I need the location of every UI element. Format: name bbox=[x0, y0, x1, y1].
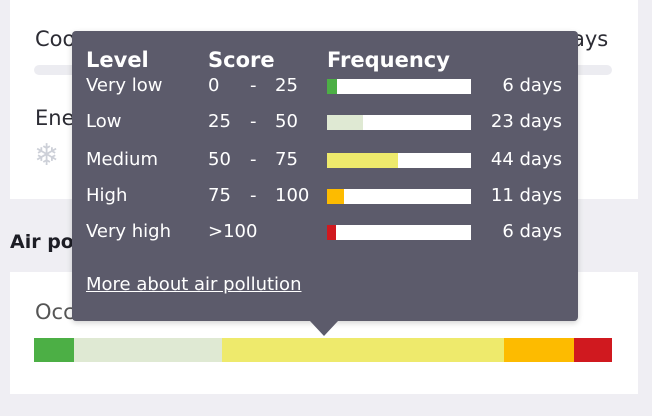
score-low: 75 bbox=[208, 185, 231, 206]
scale-segment bbox=[503, 338, 574, 362]
cooling-label: Coo bbox=[35, 27, 76, 51]
score-dash: - bbox=[250, 75, 257, 96]
frequency-bar bbox=[327, 153, 471, 168]
frequency-bar-fill bbox=[327, 79, 338, 94]
score-low: >100 bbox=[208, 221, 258, 242]
frequency-bar bbox=[327, 115, 471, 130]
header-level: Level bbox=[86, 48, 149, 72]
frequency-bar-fill bbox=[327, 153, 398, 168]
frequency-bar bbox=[327, 225, 471, 240]
tooltip-row: Medium 50-75 44 days bbox=[72, 146, 578, 174]
score-high: 75 bbox=[275, 149, 298, 170]
level-label: Very low bbox=[86, 75, 163, 96]
pollution-scale-bar[interactable] bbox=[34, 338, 612, 362]
score-high: 100 bbox=[275, 185, 310, 206]
energy-label: Ene bbox=[35, 106, 75, 130]
level-label: Medium bbox=[86, 149, 158, 170]
air-pollution-heading: Air po bbox=[10, 231, 74, 253]
scale-segment bbox=[34, 338, 74, 362]
score-dash: - bbox=[250, 111, 257, 132]
snowflake-icon: ❄ bbox=[34, 138, 60, 173]
page: Coo ays Ene ❄ Air po Occ Level Score Fre… bbox=[0, 0, 652, 416]
score-high: 50 bbox=[275, 111, 298, 132]
score-low: 25 bbox=[208, 111, 231, 132]
frequency-bar-fill bbox=[327, 115, 363, 130]
scale-segment bbox=[221, 338, 504, 362]
level-label: High bbox=[86, 185, 128, 206]
header-frequency: Frequency bbox=[327, 48, 450, 72]
frequency-days: 23 days bbox=[490, 111, 562, 132]
score-dash: - bbox=[250, 149, 257, 170]
tooltip-row: Low 25-50 23 days bbox=[72, 108, 578, 136]
frequency-bar bbox=[327, 189, 471, 204]
score-dash: - bbox=[250, 185, 257, 206]
tooltip-row: High 75-100 11 days bbox=[72, 182, 578, 210]
occasion-label: Occ bbox=[35, 300, 75, 324]
score-low: 0 bbox=[208, 75, 220, 96]
tooltip-row: Very high >100 6 days bbox=[72, 218, 578, 246]
tooltip-row: Very low 0 -25 6 days bbox=[72, 72, 578, 100]
frequency-bar-fill bbox=[327, 225, 336, 240]
level-label: Very high bbox=[86, 221, 172, 242]
frequency-bar bbox=[327, 79, 471, 94]
score-high: 25 bbox=[275, 75, 298, 96]
frequency-days: 11 days bbox=[490, 185, 562, 206]
level-label: Low bbox=[86, 111, 122, 132]
more-about-air-pollution-link[interactable]: More about air pollution bbox=[86, 274, 301, 295]
scale-segment bbox=[573, 338, 612, 362]
frequency-days: 44 days bbox=[490, 149, 562, 170]
pollution-tooltip: Level Score Frequency Very low 0-25 6 days… bbox=[72, 31, 578, 336]
score-low: 50 bbox=[208, 149, 231, 170]
frequency-days: 6 days bbox=[502, 75, 562, 96]
scale-segment bbox=[73, 338, 222, 362]
header-score: Score bbox=[208, 48, 275, 72]
tooltip-arrow bbox=[310, 321, 338, 336]
frequency-bar-fill bbox=[327, 189, 345, 204]
frequency-days: 6 days bbox=[502, 221, 562, 242]
